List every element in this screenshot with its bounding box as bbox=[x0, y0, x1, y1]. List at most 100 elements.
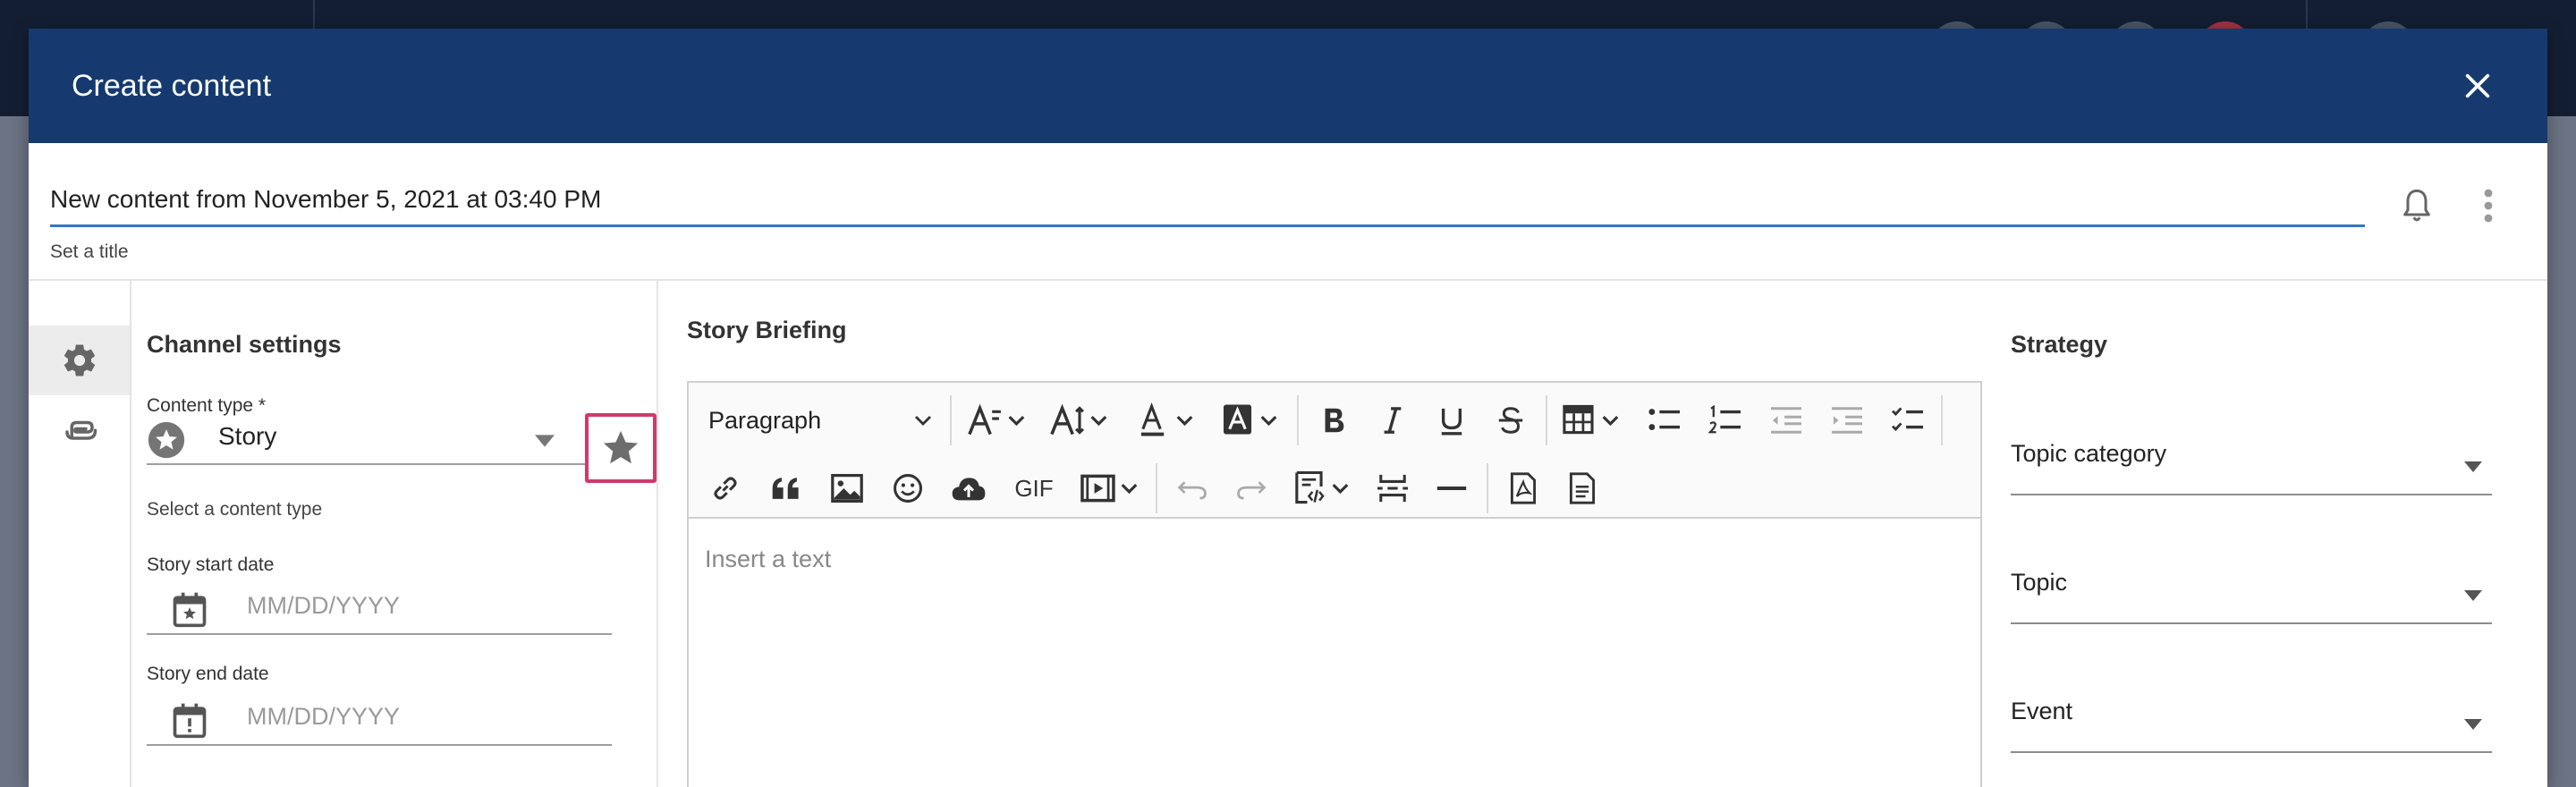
paragraph-style-select[interactable]: Paragraph bbox=[699, 395, 941, 445]
document-icon bbox=[1569, 472, 1596, 504]
gif-label: GIF bbox=[1014, 474, 1054, 502]
export-word-button[interactable] bbox=[1555, 463, 1610, 513]
insert-table-button[interactable] bbox=[1555, 395, 1631, 445]
pdf-file-icon bbox=[1510, 472, 1537, 504]
insert-media-button[interactable] bbox=[1073, 463, 1150, 513]
toolbar-separator bbox=[1487, 463, 1488, 513]
topic-category-label: Topic category bbox=[2011, 440, 2167, 467]
close-icon bbox=[2465, 73, 2490, 98]
italic-button[interactable] bbox=[1365, 395, 1420, 445]
font-color-icon bbox=[1140, 402, 1193, 436]
paperclip-icon bbox=[64, 420, 97, 440]
underline-button[interactable] bbox=[1424, 395, 1479, 445]
favorite-content-type-button[interactable] bbox=[585, 413, 657, 483]
topic-category-select[interactable]: Topic category bbox=[2011, 433, 2492, 495]
source-code-button[interactable] bbox=[1284, 463, 1361, 513]
calendar-alert-icon[interactable] bbox=[170, 699, 209, 740]
strikethrough-icon bbox=[1498, 407, 1523, 434]
dropdown-arrow-icon bbox=[2464, 590, 2482, 601]
toolbar-separator bbox=[1941, 395, 1943, 445]
media-icon bbox=[1080, 474, 1138, 503]
bulleted-list-button[interactable] bbox=[1637, 395, 1692, 445]
calendar-star-icon[interactable] bbox=[170, 588, 209, 630]
channel-settings-panel: Channel settings Content type * Story Se… bbox=[147, 281, 660, 787]
modal-header: Create content bbox=[29, 29, 2547, 143]
start-date-label: Story start date bbox=[147, 554, 275, 575]
background-color-button[interactable] bbox=[1215, 395, 1292, 445]
more-vertical-icon bbox=[2484, 189, 2493, 223]
font-size-icon bbox=[968, 403, 1025, 436]
rail-item-attachments[interactable] bbox=[29, 397, 130, 467]
italic-icon bbox=[1384, 407, 1402, 434]
numbered-list-icon bbox=[1708, 405, 1741, 434]
underline-icon bbox=[1441, 408, 1462, 436]
dropdown-arrow-icon bbox=[2464, 461, 2482, 472]
todo-list-button[interactable] bbox=[1880, 395, 1936, 445]
topic-select[interactable]: Topic bbox=[2011, 562, 2492, 624]
editor-toolbar: Paragraph GIF bbox=[689, 383, 1980, 519]
more-options-button[interactable] bbox=[2470, 179, 2506, 233]
undo-button[interactable] bbox=[1165, 463, 1220, 513]
horizontal-line-button[interactable] bbox=[1424, 463, 1479, 513]
insert-link-button[interactable] bbox=[698, 463, 753, 513]
toolbar-separator bbox=[1297, 395, 1299, 445]
checklist-icon bbox=[1891, 407, 1923, 432]
numbered-list-button[interactable] bbox=[1698, 395, 1753, 445]
indent-button[interactable] bbox=[1819, 395, 1875, 445]
strategy-title: Strategy bbox=[2011, 331, 2108, 358]
dropdown-arrow-icon bbox=[2464, 719, 2482, 730]
bold-button[interactable] bbox=[1306, 395, 1361, 445]
title-row: Set a title bbox=[29, 143, 2547, 281]
insert-gif-button[interactable]: GIF bbox=[1002, 463, 1066, 513]
event-select[interactable]: Event bbox=[2011, 690, 2492, 753]
insert-emoji-button[interactable] bbox=[880, 463, 936, 513]
font-color-button[interactable] bbox=[1131, 395, 1208, 445]
toolbar-separator bbox=[1156, 463, 1157, 513]
end-date-input[interactable] bbox=[247, 703, 587, 731]
cloud-upload-icon bbox=[952, 478, 986, 501]
page-break-button[interactable] bbox=[1365, 463, 1420, 513]
bold-icon bbox=[1325, 408, 1344, 433]
story-briefing-panel: Story Briefing Paragraph GIF Insert a te… bbox=[687, 281, 1984, 787]
strategy-panel: Strategy Topic category Topic Event bbox=[2011, 281, 2521, 787]
briefing-placeholder: Insert a text bbox=[705, 546, 832, 572]
horizontal-line-icon bbox=[1436, 487, 1467, 490]
title-helper-text: Set a title bbox=[50, 241, 129, 262]
notifications-button[interactable] bbox=[2390, 179, 2444, 233]
dropdown-arrow-icon bbox=[535, 435, 555, 447]
gear-icon bbox=[64, 344, 95, 377]
start-date-input[interactable] bbox=[247, 592, 587, 620]
block-quote-button[interactable] bbox=[758, 463, 814, 513]
page-break-icon bbox=[1377, 474, 1408, 503]
content-type-value: Story bbox=[218, 422, 277, 450]
content-type-select[interactable]: Story bbox=[147, 411, 612, 465]
redo-button[interactable] bbox=[1224, 463, 1279, 513]
line-height-button[interactable] bbox=[1041, 395, 1118, 445]
close-button[interactable] bbox=[2451, 59, 2504, 113]
create-content-modal: Create content Set a title bbox=[29, 29, 2547, 787]
link-icon bbox=[714, 477, 737, 500]
bell-icon bbox=[2403, 189, 2430, 222]
html-embed-icon bbox=[1295, 470, 1349, 504]
modal-content: Channel settings Content type * Story Se… bbox=[29, 281, 2547, 787]
title-input[interactable] bbox=[50, 181, 2365, 227]
line-height-icon bbox=[1050, 403, 1107, 436]
story-briefing-title: Story Briefing bbox=[687, 317, 847, 343]
export-pdf-button[interactable] bbox=[1496, 463, 1551, 513]
insert-image-button[interactable] bbox=[819, 463, 875, 513]
modal-title: Create content bbox=[72, 68, 272, 103]
upload-button[interactable] bbox=[941, 463, 996, 513]
image-icon bbox=[831, 473, 863, 504]
emoji-icon bbox=[894, 474, 922, 503]
highlight-color-icon bbox=[1223, 404, 1277, 435]
column-divider bbox=[657, 281, 658, 787]
briefing-text-area[interactable]: Insert a text bbox=[689, 519, 1980, 787]
start-date-field bbox=[147, 581, 612, 635]
outdent-button[interactable] bbox=[1758, 395, 1814, 445]
outdent-icon bbox=[1771, 407, 1801, 434]
font-size-button[interactable] bbox=[959, 395, 1036, 445]
strikethrough-button[interactable] bbox=[1483, 395, 1538, 445]
quote-icon bbox=[772, 478, 799, 499]
rail-item-settings[interactable] bbox=[29, 326, 130, 395]
event-label: Event bbox=[2011, 698, 2073, 724]
